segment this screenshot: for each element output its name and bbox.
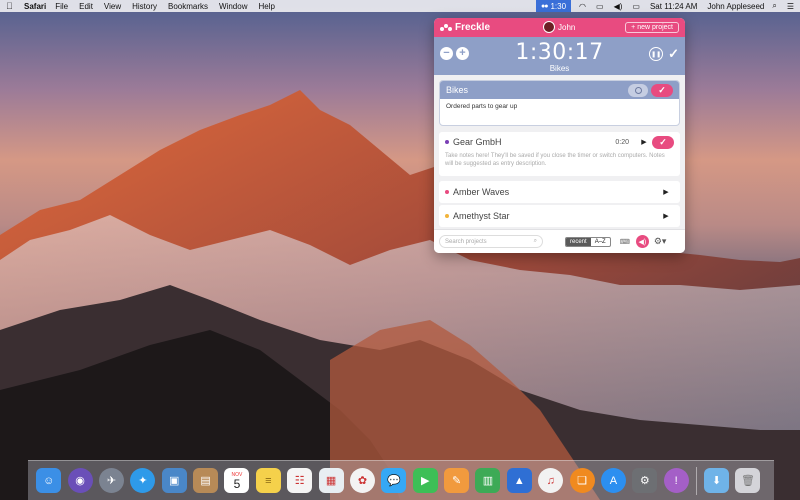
timer-project-name: Bikes — [549, 64, 570, 73]
project-list: Bikes ✓ Ordered parts to gear up Gear Gm… — [434, 75, 685, 229]
project-card-amber-waves[interactable]: Amber Waves ▶ — [439, 181, 680, 203]
new-project-button[interactable]: + new project — [625, 22, 679, 33]
menu-bar:  Safari File Edit View History Bookmark… — [0, 0, 800, 12]
pause-circle-icon — [634, 86, 642, 94]
facetime-icon[interactable]: ▶ — [412, 468, 438, 493]
play-icon[interactable]: ▶ — [658, 186, 674, 198]
freckle-tray-icon: ●● — [540, 2, 549, 10]
freckle-icon[interactable]: ! — [663, 468, 689, 493]
popover-header: Freckle John + new project — [434, 18, 685, 37]
project-card-gear-gmbh[interactable]: Gear GmbH 0:20 ▶ ✓ Take notes here! They… — [439, 132, 680, 176]
freckle-tray-item[interactable]: ●● 1:30 — [535, 0, 572, 12]
apple-menu-icon[interactable]:  — [6, 1, 18, 11]
photo-slideshow-icon[interactable]: ▣ — [161, 468, 187, 493]
downloads-folder-icon[interactable]: ⬇ — [704, 468, 730, 493]
timer-display: 1:30:17 — [515, 40, 604, 65]
user-switcher[interactable]: John — [543, 21, 575, 33]
project-name: Gear GmbH — [453, 137, 502, 147]
menu-user[interactable]: John Appleseed — [707, 2, 764, 11]
menu-view[interactable]: View — [104, 2, 121, 11]
ibooks-icon[interactable]: ❏ — [569, 468, 595, 493]
timer-bar: − + 1:30:17 Bikes ❚❚ ✓ — [434, 37, 685, 75]
menu-window[interactable]: Window — [219, 2, 247, 11]
project-time: 0:20 — [615, 138, 629, 146]
complete-check-icon[interactable]: ✓ — [668, 46, 679, 62]
safari-icon[interactable]: ✦ — [130, 468, 156, 493]
active-project-notes[interactable]: Ordered parts to gear up — [440, 99, 679, 114]
project-color-dot — [445, 140, 449, 144]
pages-icon[interactable]: ✎ — [444, 468, 470, 493]
photos-icon[interactable]: ✿ — [349, 468, 375, 493]
brand-name: Freckle — [455, 22, 491, 33]
contacts-icon[interactable]: ▤ — [193, 468, 219, 493]
log-entry-button[interactable]: ✓ — [652, 135, 674, 149]
avatar — [543, 21, 555, 33]
notes-icon[interactable]: ≡ — [255, 468, 281, 493]
project-color-dot — [445, 214, 449, 218]
preview-icon[interactable]: ▦ — [318, 468, 344, 493]
notes-hint[interactable]: Take notes here! They'll be saved if you… — [439, 152, 680, 168]
numbers-icon[interactable]: ▥ — [475, 468, 501, 493]
menu-edit[interactable]: Edit — [79, 2, 93, 11]
app-store-icon[interactable]: A — [600, 468, 626, 493]
reminders-icon[interactable]: ☷ — [287, 468, 313, 493]
active-project-card[interactable]: Bikes ✓ Ordered parts to gear up — [439, 80, 680, 126]
user-name: John — [558, 22, 576, 32]
calendar-icon[interactable]: NOV 5 — [224, 468, 250, 493]
popover-footer: Search projects ⌕ recent A–Z ⌨ ◀) ⚙▾ — [434, 229, 685, 253]
airplay-icon[interactable]: ▭ — [596, 2, 604, 11]
tray-timer: 1:30 — [550, 1, 567, 11]
system-preferences-icon[interactable]: ⚙ — [632, 468, 658, 493]
calendar-day: 5 — [233, 476, 241, 491]
sound-icon[interactable]: ◀) — [635, 235, 649, 248]
finder-icon[interactable]: ☺ — [36, 468, 62, 493]
dock: ☺ ◉ ✈ ✦ ▣ ▤ NOV 5 ≡ ☷ ▦ ✿ 💬 ▶ ✎ ▥ ▲ ♫ ❏ A ⚙! ⬇ 🗑 — [28, 460, 774, 500]
search-icon: ⌕ — [533, 238, 537, 244]
keynote-icon[interactable]: ▲ — [506, 468, 532, 493]
messages-icon[interactable]: 💬 — [381, 468, 407, 493]
itunes-icon[interactable]: ♫ — [538, 468, 564, 493]
pause-project-button[interactable] — [628, 83, 648, 97]
launchpad-icon[interactable]: ✈ — [98, 468, 124, 493]
sort-toggle: recent A–Z — [565, 236, 611, 247]
project-name: Amber Waves — [453, 187, 510, 197]
search-placeholder: Search projects — [445, 238, 487, 245]
freckle-logo: Freckle — [440, 22, 490, 33]
spotlight-icon[interactable]: ⌕ — [772, 1, 776, 11]
trash-icon[interactable]: 🗑 — [735, 468, 761, 493]
menu-file[interactable]: File — [55, 2, 68, 11]
freckle-popover: Freckle John + new project − + 1:30:17 B… — [434, 18, 685, 253]
keyboard-icon[interactable]: ⌨ — [620, 238, 630, 246]
active-project-name: Bikes — [446, 85, 469, 95]
menu-clock[interactable]: Sat 11:24 AM — [650, 2, 697, 11]
menu-bookmarks[interactable]: Bookmarks — [168, 2, 208, 11]
menu-app-name[interactable]: Safari — [24, 2, 46, 11]
project-card-amethyst-star[interactable]: Amethyst Star ▶ — [439, 205, 680, 227]
play-icon[interactable]: ▶ — [658, 210, 674, 222]
menu-help[interactable]: Help — [258, 2, 274, 11]
project-color-dot — [445, 190, 449, 194]
search-input[interactable]: Search projects ⌕ — [439, 235, 543, 248]
settings-gear-icon[interactable]: ⚙▾ — [654, 236, 667, 247]
volume-icon[interactable]: ◀) — [614, 2, 623, 11]
sort-recent-button[interactable]: recent — [566, 237, 591, 246]
sort-az-button[interactable]: A–Z — [591, 238, 610, 246]
battery-icon[interactable]: ▭ — [632, 2, 640, 11]
play-icon[interactable]: ▶ — [636, 136, 652, 148]
log-entry-button[interactable]: ✓ — [651, 83, 673, 97]
wifi-icon[interactable]: ◠ — [579, 2, 586, 11]
dock-separator — [695, 466, 697, 495]
siri-icon[interactable]: ◉ — [67, 468, 93, 493]
freckle-dots-icon — [440, 23, 452, 32]
pause-icon[interactable]: ❚❚ — [649, 47, 664, 61]
notification-center-icon[interactable]: ☰ — [787, 2, 794, 11]
menu-history[interactable]: History — [132, 2, 157, 11]
project-name: Amethyst Star — [453, 211, 510, 221]
